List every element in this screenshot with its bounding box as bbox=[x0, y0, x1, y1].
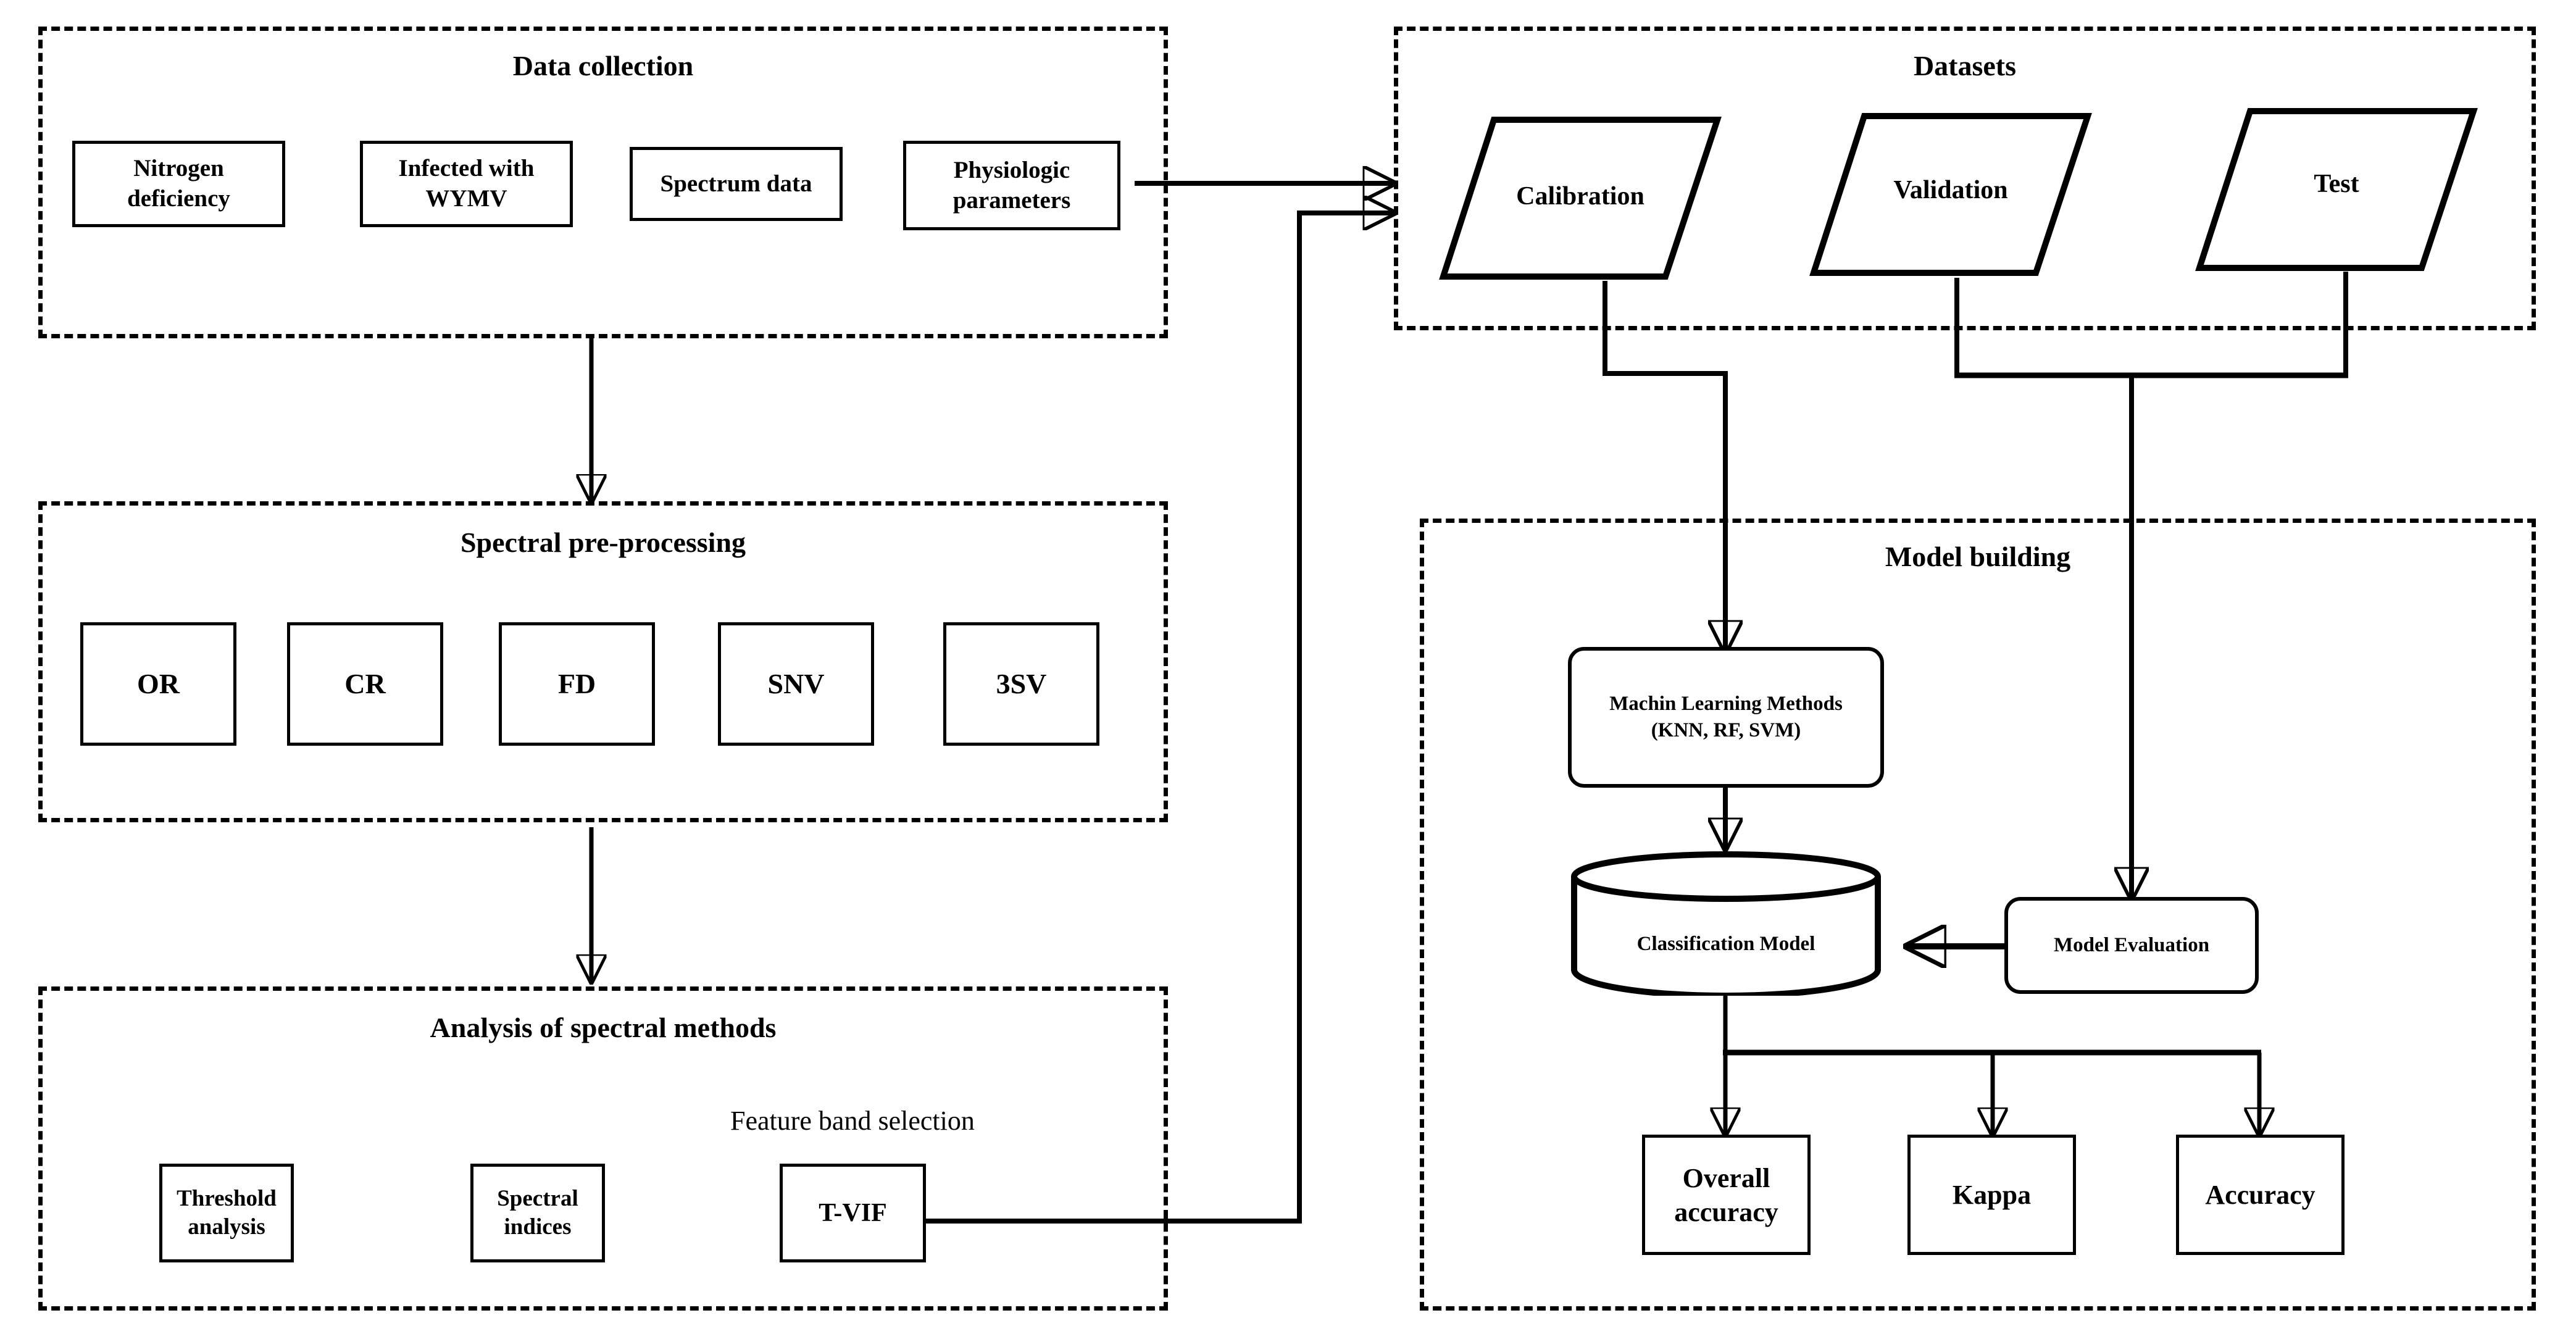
node-label: T-VIF bbox=[819, 1198, 887, 1227]
node-nitrogen-deficiency[interactable]: Nitrogen deficiency bbox=[72, 141, 285, 227]
node-label: Test bbox=[2314, 170, 2359, 198]
node-label: OR bbox=[137, 668, 180, 700]
node-label: 3SV bbox=[996, 668, 1047, 700]
node-spectrum-data[interactable]: Spectrum data bbox=[630, 147, 843, 221]
node-model-evaluation[interactable]: Model Evaluation bbox=[2004, 897, 2259, 994]
node-label: FD bbox=[557, 668, 596, 700]
node-label: Accuracy bbox=[2205, 1180, 2315, 1210]
node-physiologic-parameters[interactable]: Physiologic parameters bbox=[903, 141, 1120, 230]
node-infected-with-wymv[interactable]: Infected with WYMV bbox=[360, 141, 573, 227]
node-fd[interactable]: FD bbox=[499, 622, 655, 746]
node-machine-learning-methods[interactable]: Machin Learning Methods (KNN, RF, SVM) bbox=[1568, 647, 1884, 788]
caption-feature-band-selection: Feature band selection bbox=[730, 1106, 975, 1136]
node-label: Model Evaluation bbox=[2053, 934, 2210, 957]
node-kappa[interactable]: Kappa bbox=[1907, 1135, 2076, 1255]
node-threshold-analysis[interactable]: Threshold analysis bbox=[159, 1164, 294, 1262]
node-label: Spectral indices bbox=[497, 1185, 578, 1240]
node-test[interactable]: Test bbox=[2195, 106, 2478, 273]
node-or[interactable]: OR bbox=[80, 622, 236, 746]
panel-title-spectral-pre-processing: Spectral pre-processing bbox=[460, 527, 746, 558]
node-t-vif[interactable]: T-VIF bbox=[780, 1164, 926, 1262]
node-accuracy[interactable]: Accuracy bbox=[2176, 1135, 2345, 1255]
node-snv[interactable]: SNV bbox=[718, 622, 874, 746]
node-label: Spectrum data bbox=[660, 170, 812, 197]
node-overall-accuracy[interactable]: Overall accuracy bbox=[1642, 1135, 1811, 1255]
node-label: Validation bbox=[1893, 176, 2008, 204]
panel-title-model-building: Model building bbox=[1885, 541, 2071, 572]
node-label: Calibration bbox=[1516, 182, 1644, 211]
node-label: CR bbox=[344, 668, 386, 700]
node-label: SNV bbox=[767, 668, 825, 700]
node-label: Nitrogen deficiency bbox=[127, 155, 230, 212]
node-3sv[interactable]: 3SV bbox=[943, 622, 1099, 746]
node-label: Overall accuracy bbox=[1674, 1162, 1778, 1227]
node-calibration[interactable]: Calibration bbox=[1438, 115, 1722, 281]
node-label: Threshold analysis bbox=[177, 1185, 277, 1240]
node-label: Machin Learning Methods (KNN, RF, SVM) bbox=[1609, 693, 1843, 741]
node-classification-model[interactable]: Classification Model bbox=[1568, 851, 1884, 996]
panel-title-data-collection: Data collection bbox=[512, 50, 694, 81]
flowchart-canvas: Data collection Nitrogen deficiency Infe… bbox=[0, 0, 2576, 1326]
node-label: Classification Model bbox=[1636, 933, 1815, 955]
panel-title-datasets: Datasets bbox=[1913, 50, 2017, 81]
node-label: Physiologic parameters bbox=[952, 156, 1071, 214]
node-validation[interactable]: Validation bbox=[1809, 111, 2093, 278]
node-spectral-indices[interactable]: Spectral indices bbox=[470, 1164, 605, 1262]
node-label: Kappa bbox=[1952, 1180, 2032, 1210]
node-cr[interactable]: CR bbox=[287, 622, 443, 746]
panel-title-analysis-of-spectral-methods: Analysis of spectral methods bbox=[430, 1012, 777, 1043]
node-label: Infected with WYMV bbox=[398, 155, 535, 212]
